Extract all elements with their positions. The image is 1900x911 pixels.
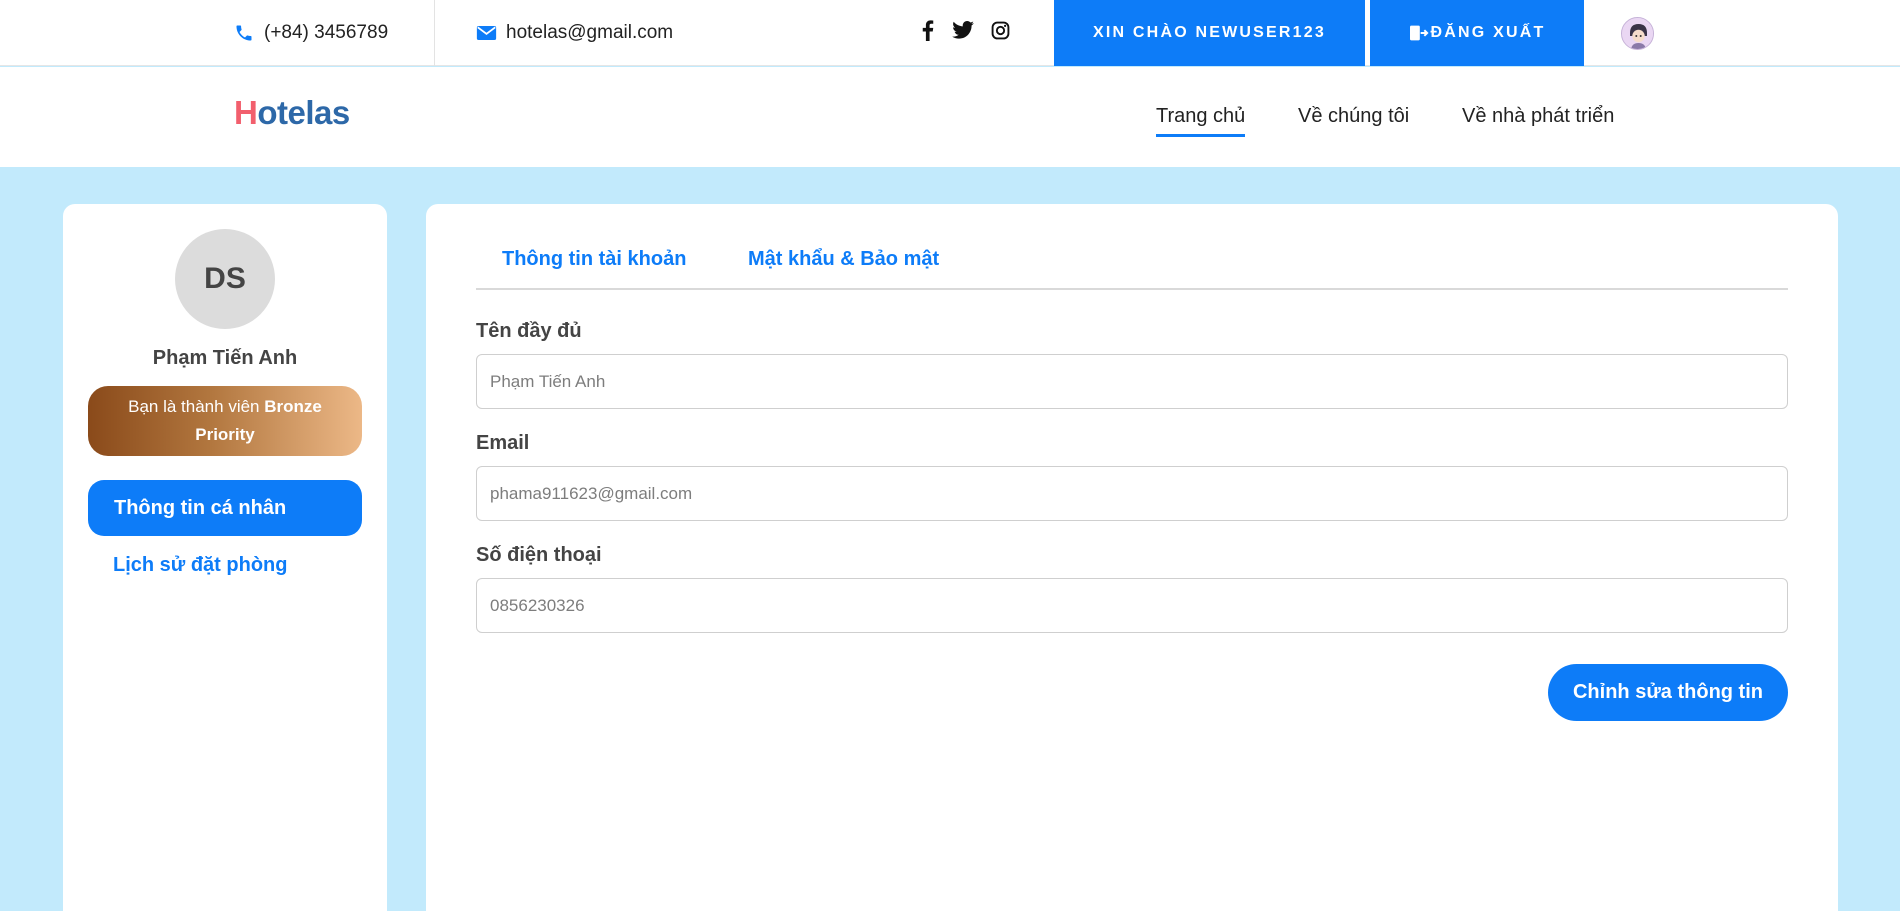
top-bar: (+84) 3456789 hotelas@gmail.com XIN CHÀO…: [0, 0, 1900, 66]
divider: [434, 0, 435, 66]
edit-info-label: Chỉnh sửa thông tin: [1572, 681, 1763, 703]
account-panel: Thông tin tài khoản Mật khẩu & Bảo mật T…: [426, 204, 1838, 911]
instagram-icon[interactable]: [988, 18, 1012, 42]
logout-icon: [1409, 25, 1429, 41]
greeting-label: XIN CHÀO NEWUSER123: [1093, 24, 1326, 41]
email-label: Email: [476, 432, 530, 454]
phone-number: (+84) 3456789: [264, 22, 389, 43]
avatar-initials: DS: [204, 262, 246, 295]
email-field[interactable]: [476, 466, 1788, 521]
tab-divider: [476, 288, 1788, 290]
phone-icon: [233, 22, 255, 44]
main-nav: Hotelas Trang chủ Về chúng tôi Về nhà ph…: [0, 67, 1900, 167]
phone-contact[interactable]: (+84) 3456789: [233, 0, 388, 66]
tab-account-info[interactable]: Thông tin tài khoản: [502, 248, 686, 271]
full-name-label: Tên đầy đủ: [476, 320, 582, 342]
facebook-icon[interactable]: [916, 18, 940, 42]
twitter-icon[interactable]: [951, 18, 975, 42]
user-avatar-icon[interactable]: [1621, 17, 1654, 50]
avatar: DS: [175, 229, 275, 329]
mail-icon: [475, 22, 497, 44]
tier-suffix: Priority: [195, 425, 255, 444]
logout-button[interactable]: ĐĂNG XUẤT: [1370, 0, 1584, 66]
membership-badge: Bạn là thành viên Bronze Priority: [88, 386, 362, 456]
edit-info-button[interactable]: Chỉnh sửa thông tin: [1548, 664, 1788, 721]
full-name-field[interactable]: [476, 354, 1788, 409]
sidebar-item-label: Thông tin cá nhân: [114, 496, 287, 519]
phone-label: Số điện thoại: [476, 544, 602, 566]
hotelas-logo[interactable]: Hotelas: [234, 94, 350, 132]
logout-label: ĐĂNG XUẤT: [1430, 24, 1546, 41]
email-contact[interactable]: hotelas@gmail.com: [475, 0, 673, 66]
tier-prefix: Bạn là thành viên: [128, 397, 265, 416]
tab-password-security[interactable]: Mật khẩu & Bảo mật: [748, 248, 939, 271]
logo-text: otelas: [257, 94, 350, 131]
tier-name: Bronze: [264, 397, 322, 416]
sidebar-item-booking-history[interactable]: Lịch sử đặt phòng: [113, 554, 287, 577]
sidebar-item-label: Lịch sử đặt phòng: [113, 554, 288, 576]
profile-sidebar: DS Phạm Tiến Anh Bạn là thành viên Bronz…: [63, 204, 387, 911]
sidebar-item-personal-info[interactable]: Thông tin cá nhân: [88, 480, 362, 536]
phone-field[interactable]: [476, 578, 1788, 633]
nav-home[interactable]: Trang chủ: [1156, 105, 1246, 137]
user-name: Phạm Tiến Anh: [152, 347, 298, 369]
greeting-button[interactable]: XIN CHÀO NEWUSER123: [1054, 0, 1365, 66]
email-address: hotelas@gmail.com: [506, 22, 674, 43]
nav-developer[interactable]: Về nhà phát triển: [1462, 105, 1614, 128]
logo-letter: H: [234, 94, 258, 131]
nav-about[interactable]: Về chúng tôi: [1298, 105, 1409, 128]
